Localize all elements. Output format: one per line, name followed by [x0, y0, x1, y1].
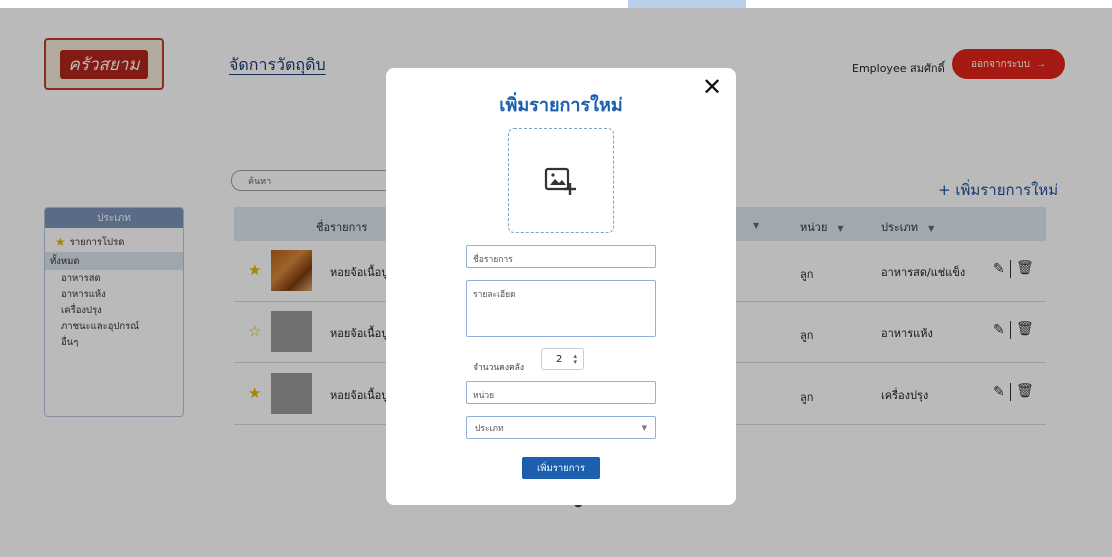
- add-image-icon: [544, 167, 576, 195]
- type-select[interactable]: ประเภท ▼: [466, 416, 656, 439]
- quantity-label: จำนวนคงคลัง: [473, 363, 525, 373]
- field-placeholder: รายละเอียด: [473, 290, 516, 300]
- unit-field[interactable]: หน่วย: [466, 381, 656, 404]
- screen: ครัวสยาม จัดการวัตถุดิบ Employee สมศักดิ…: [0, 0, 1112, 557]
- top-accent: [628, 0, 746, 8]
- close-icon[interactable]: ✕: [702, 75, 722, 99]
- field-placeholder: ชื่อรายการ: [473, 255, 513, 265]
- top-strip: [0, 0, 1112, 8]
- item-name-field[interactable]: ชื่อรายการ: [466, 245, 656, 268]
- add-item-modal: เพิ่มรายการใหม่ ✕ ชื่อรายการ รายละเอียด …: [386, 68, 736, 505]
- modal-title: เพิ่มรายการใหม่: [499, 95, 623, 116]
- add-item-submit-button[interactable]: เพิ่มรายการ: [522, 457, 600, 479]
- quantity-value: 2: [556, 353, 563, 365]
- quantity-stepper[interactable]: 2 ▴ ▾: [541, 348, 584, 370]
- field-placeholder: หน่วย: [473, 391, 495, 401]
- chevron-down-icon: ▼: [641, 423, 647, 432]
- image-upload-area[interactable]: [508, 128, 614, 233]
- item-detail-field[interactable]: รายละเอียด: [466, 280, 656, 337]
- stepper-arrows-icon[interactable]: ▴ ▾: [573, 352, 577, 365]
- select-placeholder: ประเภท: [475, 423, 504, 434]
